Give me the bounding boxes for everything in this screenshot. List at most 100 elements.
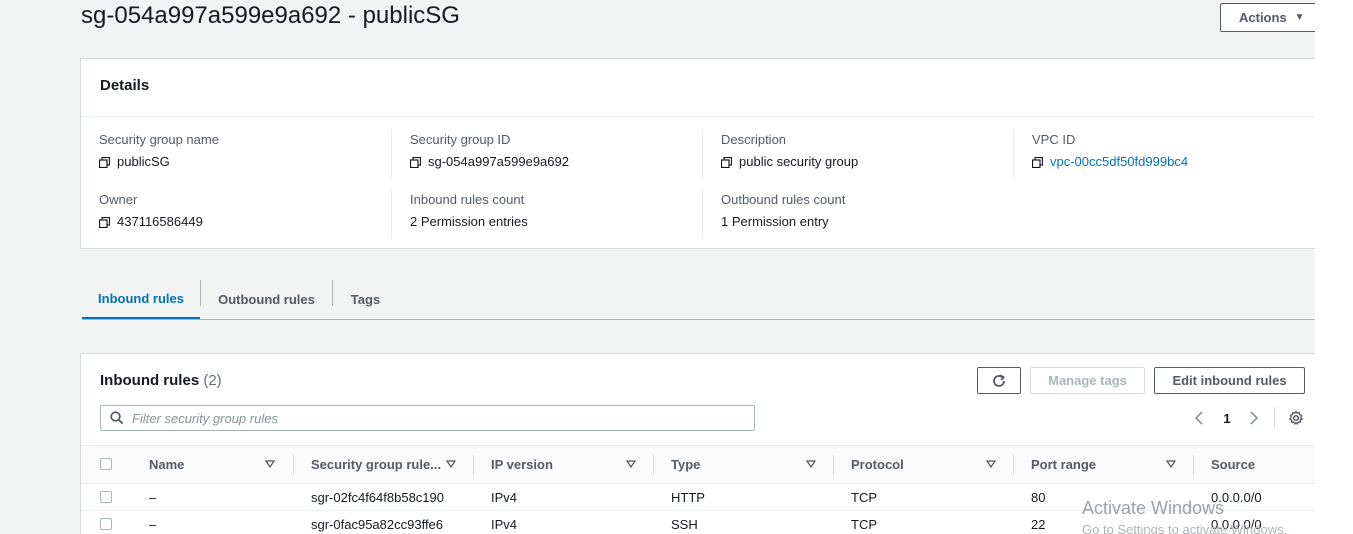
- field-label: Inbound rules count: [410, 192, 525, 207]
- column-header-ip-version[interactable]: IP version: [491, 446, 553, 483]
- field-security-group-name: Security group name publicSG: [99, 132, 219, 170]
- details-header: Details: [81, 59, 1315, 117]
- field-value: 2 Permission entries: [410, 214, 528, 229]
- sort-icon[interactable]: [986, 459, 996, 469]
- column-divider: [653, 455, 654, 475]
- activate-windows-subtext: Go to Settings to activate Windows.: [1082, 522, 1288, 534]
- field-label: Description: [721, 132, 787, 147]
- page-number[interactable]: 1: [1221, 406, 1233, 430]
- prev-page-button[interactable]: [1188, 406, 1210, 430]
- field-value: publicSG: [117, 154, 170, 169]
- field-inbound-rules-count: Inbound rules count 2 Permission entries: [410, 192, 528, 230]
- tab-inbound-rules[interactable]: Inbound rules: [82, 280, 200, 319]
- refresh-button[interactable]: [977, 367, 1021, 394]
- edit-inbound-rules-button[interactable]: Edit inbound rules: [1154, 367, 1305, 394]
- pager-divider: [1274, 407, 1275, 429]
- select-all-checkbox[interactable]: [100, 458, 112, 470]
- copy-icon[interactable]: [721, 156, 732, 168]
- search-icon: [110, 411, 124, 425]
- cell-rule-id: sgr-02fc4f64f8b58c190: [311, 489, 444, 505]
- sort-icon[interactable]: [265, 459, 275, 469]
- copy-icon[interactable]: [410, 156, 421, 168]
- field-owner: Owner 437116586449: [99, 192, 203, 230]
- field-value-row: vpc-00cc5df50fd999bc4: [1032, 154, 1188, 170]
- field-value: sg-054a997a599e9a692: [428, 154, 569, 169]
- row-checkbox[interactable]: [100, 518, 112, 530]
- console-canvas: sg-054a997a599e9a692 - publicSG Actions …: [0, 0, 1315, 534]
- sort-icon[interactable]: [626, 459, 636, 469]
- field-outbound-rules-count: Outbound rules count 1 Permission entry: [721, 192, 845, 230]
- manage-tags-button[interactable]: Manage tags: [1030, 367, 1145, 394]
- column-header-source[interactable]: Source: [1211, 446, 1255, 483]
- column-divider: [473, 455, 474, 475]
- chevron-left-icon: [1194, 411, 1203, 425]
- details-panel: Details Security group name publicSG Sec…: [80, 58, 1315, 249]
- cell-rule-id: sgr-0fac95a82cc93ffe6: [311, 516, 444, 532]
- filter-box: [100, 405, 755, 431]
- column-divider: [391, 129, 392, 179]
- cell-name: –: [149, 516, 157, 532]
- table-header: Name Security group rule... IP version T…: [81, 445, 1315, 484]
- actions-button[interactable]: Actions ▼: [1220, 3, 1315, 32]
- tab-bar: Inbound rules Outbound rules Tags: [82, 280, 1315, 320]
- sort-icon[interactable]: [1166, 459, 1176, 469]
- refresh-icon: [993, 373, 1005, 387]
- field-description: Description public security group: [721, 132, 858, 170]
- field-value-row: public security group: [721, 154, 858, 170]
- column-divider: [702, 129, 703, 179]
- tab-outbound-rules[interactable]: Outbound rules: [201, 280, 332, 318]
- field-vpc-id: VPC ID vpc-00cc5df50fd999bc4: [1032, 132, 1188, 170]
- column-header-type[interactable]: Type: [671, 446, 700, 483]
- cell-type: HTTP: [671, 489, 705, 505]
- cell-port-range: 80: [1031, 489, 1046, 505]
- field-label: Security group ID: [410, 132, 511, 147]
- cell-ip-version: IPv4: [491, 516, 518, 532]
- field-value-row: 437116586449: [99, 214, 203, 230]
- next-page-button[interactable]: [1243, 406, 1265, 430]
- cell-protocol: TCP: [851, 516, 877, 532]
- sort-icon[interactable]: [806, 459, 816, 469]
- gear-icon: [1288, 410, 1304, 426]
- sort-icon[interactable]: [446, 459, 456, 469]
- caret-down-icon: ▼: [1294, 12, 1305, 23]
- field-label: VPC ID: [1032, 132, 1076, 147]
- field-label: Security group name: [99, 132, 219, 147]
- vpc-id-link[interactable]: vpc-00cc5df50fd999bc4: [1050, 154, 1188, 170]
- field-label: Outbound rules count: [721, 192, 846, 207]
- inbound-rules-heading: Inbound rules: [100, 372, 200, 389]
- actions-label: Actions: [1239, 10, 1287, 25]
- column-header-name[interactable]: Name: [149, 446, 184, 483]
- cell-port-range: 22: [1031, 516, 1046, 532]
- inbound-rules-count: (2): [203, 372, 222, 389]
- column-divider: [293, 455, 294, 475]
- preferences-button[interactable]: [1286, 406, 1306, 430]
- details-title: Details: [100, 77, 150, 94]
- filter-input[interactable]: [130, 409, 754, 427]
- row-checkbox[interactable]: [100, 491, 112, 503]
- field-label: Owner: [99, 192, 138, 207]
- field-value: 1 Permission entry: [721, 214, 829, 229]
- column-header-protocol[interactable]: Protocol: [851, 446, 904, 483]
- copy-icon[interactable]: [1032, 156, 1043, 168]
- field-value: 437116586449: [117, 214, 203, 229]
- column-divider: [833, 455, 834, 475]
- field-value-row: sg-054a997a599e9a692: [410, 154, 569, 170]
- activate-windows-watermark: Activate Windows: [1082, 498, 1225, 518]
- cell-name: –: [149, 489, 157, 505]
- field-value: public security group: [739, 154, 859, 169]
- cell-type: SSH: [671, 516, 698, 532]
- column-header-rule-id[interactable]: Security group rule...: [311, 446, 441, 483]
- inbound-rules-title: Inbound rules (2): [100, 372, 222, 389]
- field-value-row: publicSG: [99, 154, 219, 170]
- column-header-port-range[interactable]: Port range: [1031, 446, 1096, 483]
- column-divider: [391, 189, 392, 239]
- field-security-group-id: Security group ID sg-054a997a599e9a692: [410, 132, 569, 170]
- column-divider: [1013, 455, 1014, 475]
- tab-tags[interactable]: Tags: [333, 280, 398, 318]
- column-divider: [1193, 455, 1194, 475]
- cell-ip-version: IPv4: [491, 489, 518, 505]
- copy-icon[interactable]: [99, 216, 110, 228]
- page-title: sg-054a997a599e9a692 - publicSG: [81, 2, 460, 29]
- cell-protocol: TCP: [851, 489, 877, 505]
- copy-icon[interactable]: [99, 156, 110, 168]
